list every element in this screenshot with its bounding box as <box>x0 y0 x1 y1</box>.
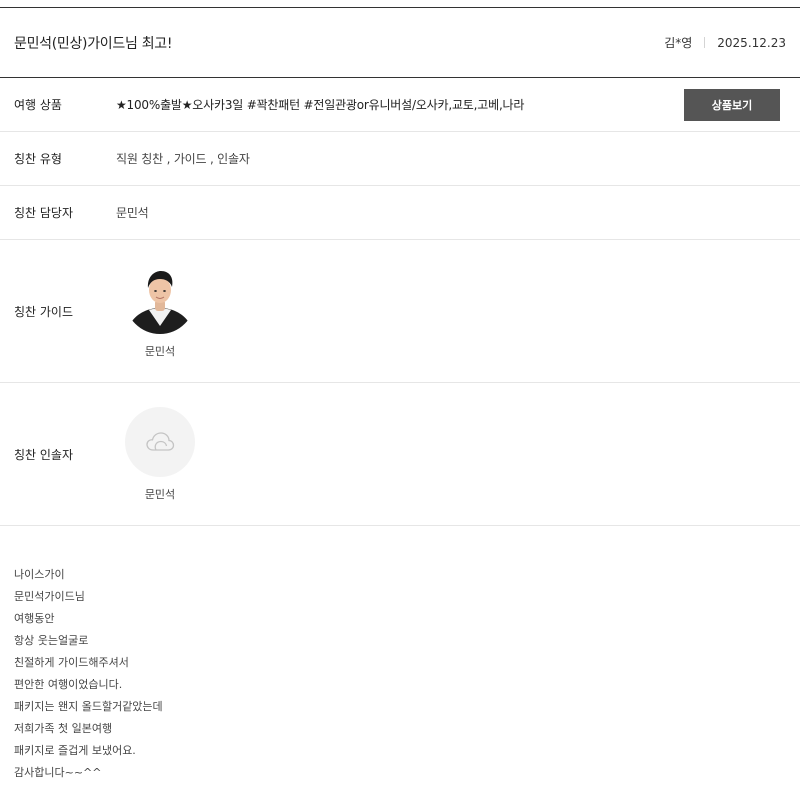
review-author: 김*영 <box>664 36 693 50</box>
review-date: 2025.12.23 <box>717 35 786 50</box>
content-line: 여행동안 <box>14 612 55 625</box>
row-type: 칭찬 유형 직원 칭찬 , 가이드 , 인솔자 <box>0 132 800 186</box>
guide-card: 문민석 <box>124 263 196 359</box>
review-detail-page: 문민석(민상)가이드님 최고! 김*영 2025.12.23 여행 상품 ★10… <box>0 0 800 784</box>
review-header: 문민석(민상)가이드님 최고! 김*영 2025.12.23 <box>0 8 800 78</box>
review-meta: 김*영 2025.12.23 <box>664 34 786 51</box>
leader-name: 문민석 <box>144 487 176 501</box>
content-line: 편안한 여행이었습니다. <box>14 678 123 691</box>
row-staff: 칭찬 담당자 문민석 <box>0 186 800 240</box>
content-line: 감사합니다~~^^ <box>14 766 102 779</box>
cloud-placeholder-icon <box>125 406 195 477</box>
content-line: 나이스가이 <box>14 568 65 581</box>
top-rule <box>0 0 800 8</box>
person-photo-icon <box>125 263 195 334</box>
review-title: 문민석(민상)가이드님 최고! <box>14 35 173 52</box>
meta-divider <box>704 37 706 48</box>
review-content: 나이스가이 문민석가이드님 여행동안 항상 웃는얼굴로 친절하게 가이드해주셔서… <box>0 526 800 784</box>
row-guide: 칭찬 가이드 문민석 <box>0 240 800 383</box>
row-staff-value: 문민석 <box>116 206 149 220</box>
guide-name: 문민석 <box>144 344 176 358</box>
content-line: 패키지는 왠지 올드할거같았는데 <box>14 700 163 713</box>
row-type-value: 직원 칭찬 , 가이드 , 인솔자 <box>116 152 250 166</box>
content-line: 문민석가이드님 <box>14 590 85 603</box>
row-leader-label: 칭찬 인솔자 <box>14 447 74 462</box>
leader-card: 문민석 <box>124 406 196 502</box>
row-type-label: 칭찬 유형 <box>14 152 62 166</box>
row-product-value: ★100%출발★오사카3일 #꽉찬패턴 #전일관광or유니버설/오사카,교토,고… <box>116 98 525 112</box>
content-line: 저희가족 첫 일본여행 <box>14 722 113 735</box>
content-line: 친절하게 가이드해주셔서 <box>14 656 129 669</box>
view-product-button[interactable]: 상품보기 <box>684 89 780 121</box>
row-guide-label: 칭찬 가이드 <box>14 304 74 319</box>
row-staff-label: 칭찬 담당자 <box>14 206 74 220</box>
row-leader: 칭찬 인솔자 문민석 <box>0 383 800 526</box>
row-product-label: 여행 상품 <box>14 98 62 112</box>
content-line: 패키지로 즐겁게 보냈어요. <box>14 744 136 757</box>
content-line: 항상 웃는얼굴로 <box>14 634 89 647</box>
row-product: 여행 상품 ★100%출발★오사카3일 #꽉찬패턴 #전일관광or유니버설/오사… <box>0 78 800 132</box>
